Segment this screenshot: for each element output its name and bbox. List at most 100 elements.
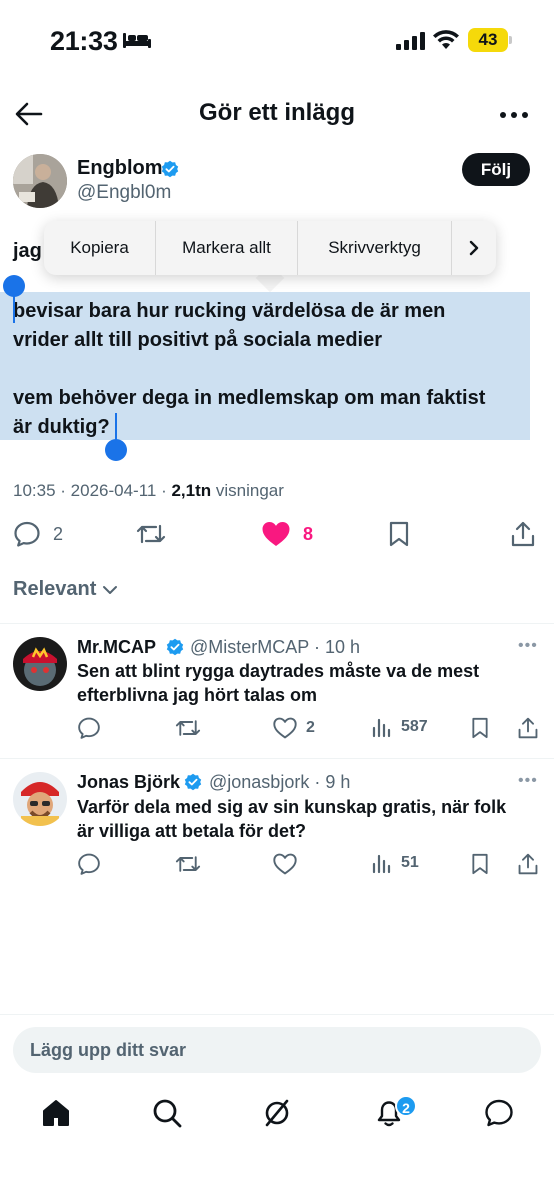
home-icon (43, 1100, 69, 1126)
reply-time: 9 h (325, 772, 351, 792)
reply-like-action[interactable]: 2 (272, 716, 315, 740)
reply-view-count: 587 (401, 718, 428, 735)
reply-share-action[interactable] (517, 716, 539, 740)
reply-reply-action[interactable] (77, 852, 101, 876)
text-context-menu: Kopiera Markera allt Skrivverktyg (44, 221, 496, 275)
reply-more-icon[interactable]: ••• (518, 637, 538, 655)
nav-messages[interactable] (483, 1097, 515, 1129)
cellular-signal-icon (396, 32, 426, 50)
verified-badge-icon (161, 160, 179, 178)
status-time: 21:33 (50, 26, 118, 56)
reply-share-action[interactable] (517, 852, 539, 876)
views-count: 2,1tn (171, 481, 212, 500)
battery-indicator: 43 (468, 28, 508, 52)
repost-icon (175, 856, 201, 872)
repost-icon (136, 524, 166, 544)
divider (0, 1014, 554, 1015)
selection-start-handle[interactable] (3, 275, 25, 297)
grok-icon (265, 1099, 289, 1127)
author-name[interactable]: Engblom (77, 157, 163, 180)
reply-handle-time: @jonasbjork · 9 h (209, 772, 351, 792)
wifi-icon (432, 29, 460, 51)
share-icon (518, 717, 538, 739)
reply-author-name[interactable]: Jonas Björk (77, 772, 180, 793)
reply-input[interactable]: Lägg upp ditt svar (13, 1027, 541, 1073)
reply-like-action[interactable] (272, 852, 306, 876)
more-options-icon[interactable] (499, 111, 529, 119)
messages-icon (485, 1099, 513, 1127)
reply-text: Sen att blint rygga daytrades måste va d… (77, 661, 480, 705)
reply-author-name[interactable]: Mr.MCAP (77, 637, 156, 658)
reply-views[interactable]: 587 (371, 716, 428, 738)
bookmark-action[interactable] (387, 520, 411, 548)
reply-bookmark-action[interactable] (470, 716, 490, 740)
share-icon (511, 521, 535, 547)
reply-avatar[interactable] (13, 637, 67, 691)
verified-badge-icon (166, 638, 184, 656)
menu-item-select-all[interactable]: Markera allt (156, 221, 298, 275)
reply-handle-time: @MisterMCAP · 10 h (190, 637, 360, 657)
nav-home[interactable] (40, 1097, 72, 1129)
tweet-date: 2026-04-11 (70, 481, 157, 500)
views-chart-icon (372, 854, 391, 874)
nav-grok[interactable] (261, 1097, 293, 1129)
verified-badge-icon (184, 773, 202, 791)
tweet-text-start: jag (13, 240, 42, 262)
reply-time: 10 h (324, 637, 360, 657)
repost-icon (175, 720, 201, 736)
share-action[interactable] (510, 520, 536, 548)
like-count: 8 (303, 523, 314, 544)
views-label: visningar (215, 481, 284, 500)
menu-item-copy[interactable]: Kopiera (44, 221, 156, 275)
heart-icon (273, 853, 297, 875)
tweet-meta: 10:35 · 2026-04-11 · 2,1tn visningar (13, 481, 284, 500)
bookmark-icon (389, 521, 409, 547)
search-icon (153, 1099, 182, 1128)
sort-label: Relevant (13, 578, 97, 600)
reply-action[interactable]: 2 (13, 520, 63, 548)
reply-count: 2 (53, 523, 64, 544)
page-title: Gör ett inlägg (199, 99, 355, 126)
selection-end-handle[interactable] (105, 439, 127, 461)
heart-icon (273, 717, 297, 739)
reply-icon (14, 521, 40, 547)
reply-text: Varför dela med sig av sin kunskap grati… (77, 797, 507, 841)
reply-handle[interactable]: @MisterMCAP (190, 637, 309, 657)
reply-avatar[interactable] (13, 772, 67, 826)
sleep-focus-icon (122, 30, 152, 50)
reply-reply-action[interactable] (77, 716, 101, 740)
reply-handle[interactable]: @jonasbjork (209, 772, 309, 792)
views-chart-icon (372, 718, 391, 738)
divider (0, 758, 554, 759)
share-icon (518, 853, 538, 875)
reply-more-icon[interactable]: ••• (518, 772, 538, 790)
menu-item-writing-tools[interactable]: Skrivverktyg (298, 221, 452, 275)
selection-start-caret (13, 293, 15, 323)
reply-icon (78, 853, 100, 875)
reply-icon (78, 717, 100, 739)
reply-bookmark-action[interactable] (470, 852, 490, 876)
reply-repost-action[interactable] (175, 716, 201, 740)
tweet-text-selected[interactable]: bevisar bara hur rucking värdelösa de är… (13, 297, 533, 442)
bookmark-icon (472, 717, 488, 739)
menu-more-button[interactable] (452, 221, 496, 275)
author-avatar[interactable] (13, 154, 67, 208)
chevron-down-icon (103, 585, 118, 594)
chevron-right-icon (469, 240, 479, 256)
reply-repost-action[interactable] (175, 852, 201, 876)
battery-cap (509, 36, 512, 44)
reply-views[interactable]: 51 (371, 852, 419, 874)
tweet-time: 10:35 (13, 481, 56, 500)
nav-search[interactable] (151, 1097, 183, 1129)
reply-like-count: 2 (306, 719, 315, 736)
author-handle[interactable]: @Engbl0m (77, 182, 171, 204)
repost-action[interactable] (136, 520, 166, 548)
follow-button[interactable]: Följ (462, 153, 530, 186)
heart-filled-icon (262, 522, 290, 546)
sort-dropdown[interactable]: Relevant (13, 578, 118, 601)
notifications-badge: 2 (395, 1095, 417, 1117)
bookmark-icon (472, 853, 488, 875)
like-action[interactable]: 8 (261, 520, 313, 548)
reply-view-count: 51 (401, 854, 419, 871)
divider (0, 623, 554, 624)
